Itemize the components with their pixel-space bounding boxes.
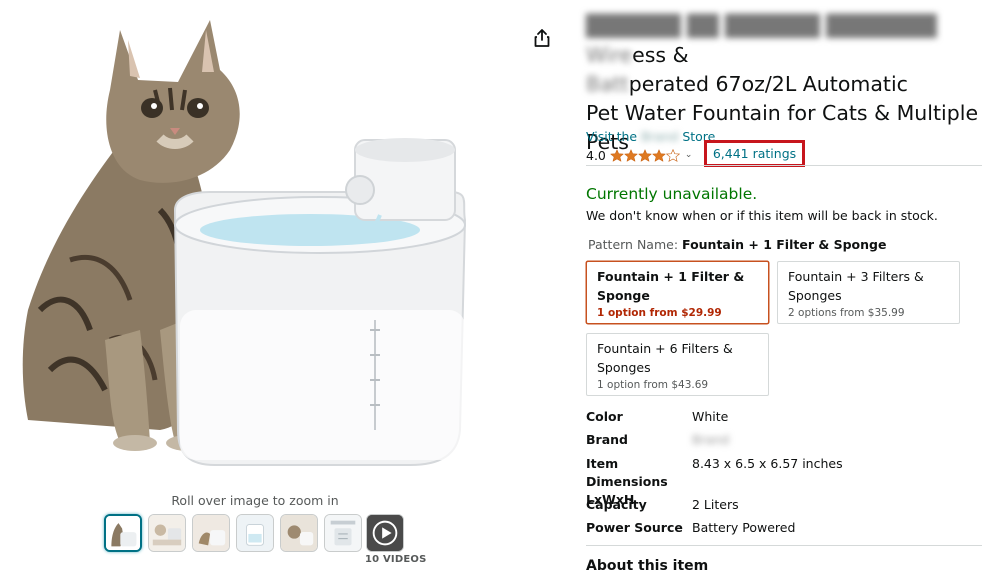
spec-value: 8.43 x 6.5 x 6.57 inches xyxy=(692,456,843,471)
star-full-icon xyxy=(637,148,652,162)
divider xyxy=(586,165,982,166)
title-redacted-lead: ██████ ██ ██████ ███████ xyxy=(586,14,937,38)
pattern-option-1[interactable]: Fountain + 1 Filter & Sponge 1 option fr… xyxy=(586,261,769,324)
share-icon[interactable] xyxy=(532,28,552,48)
rating-value: 4.0 xyxy=(586,147,606,163)
thumbnail-2[interactable] xyxy=(148,514,186,552)
spec-value: White xyxy=(692,409,729,424)
spec-key: Capacity xyxy=(586,497,647,512)
product-main-image[interactable] xyxy=(10,10,498,488)
star-rating[interactable] xyxy=(609,148,680,162)
availability-status: Currently unavailable. xyxy=(586,185,758,203)
visit-store-link[interactable]: Visit the Brand Store xyxy=(586,129,715,144)
spec-key: Brand xyxy=(586,432,628,447)
option-price: 1 option from $43.69 xyxy=(597,379,709,391)
option-name: Fountain + 1 Filter & Sponge xyxy=(597,269,745,303)
thumbnail-6[interactable] xyxy=(324,514,362,552)
ratings-count-link[interactable]: 6,441 ratings xyxy=(704,140,805,167)
videos-count-label[interactable]: 10 VIDEOS xyxy=(365,554,427,565)
option-name: Fountain + 6 Filters & Sponges xyxy=(597,341,733,375)
thumbnail-4[interactable] xyxy=(236,514,274,552)
store-prefix: Visit the xyxy=(586,129,638,144)
divider xyxy=(586,545,982,546)
title-line-3: Pet Water Fountain for Cats & Multiple xyxy=(586,101,979,125)
spec-value-redacted: Brand xyxy=(692,432,730,447)
thumbnail-1[interactable] xyxy=(104,514,142,552)
option-price: 1 option from $29.99 xyxy=(597,307,722,319)
pattern-option-2[interactable]: Fountain + 3 Filters & Sponges 2 options… xyxy=(777,261,960,324)
star-empty-icon xyxy=(665,148,680,162)
option-name: Fountain + 3 Filters & Sponges xyxy=(788,269,924,303)
spec-key: Color xyxy=(586,409,623,424)
thumbnail-3[interactable] xyxy=(192,514,230,552)
spec-value: 2 Liters xyxy=(692,497,739,512)
title-redacted-2: Batt xyxy=(586,72,629,96)
title-fragment-2: perated 67oz/2L Automatic xyxy=(628,72,908,96)
pattern-option-3[interactable]: Fountain + 6 Filters & Sponges 1 option … xyxy=(586,333,769,396)
about-this-item-heading: About this item xyxy=(586,558,709,574)
spec-value: Battery Powered xyxy=(692,520,796,535)
title-fragment-1: ess & xyxy=(632,43,689,67)
store-name-redacted: Brand xyxy=(641,129,679,144)
chevron-down-icon[interactable]: ⌄ xyxy=(685,150,693,160)
rating-row: 4.0 ⌄ 6,441 ratings xyxy=(586,140,805,167)
image-gallery: Roll over image to zoom in 10 VIDEOS xyxy=(0,0,500,575)
thumbnail-5[interactable] xyxy=(280,514,318,552)
star-full-icon xyxy=(623,148,638,162)
spec-key: Power Source xyxy=(586,520,683,535)
stock-note: We don't know when or if this item will … xyxy=(586,208,938,223)
title-redacted-word: Wire xyxy=(586,43,633,67)
star-full-icon xyxy=(609,148,624,162)
pattern-name-label: Pattern Name: Fountain + 1 Filter & Spon… xyxy=(588,237,887,252)
pattern-selected-value: Fountain + 1 Filter & Sponge xyxy=(682,237,887,252)
option-price: 2 options from $35.99 xyxy=(788,307,905,319)
zoom-hint: Roll over image to zoom in xyxy=(171,493,339,508)
video-thumbnail[interactable] xyxy=(366,514,404,552)
play-icon xyxy=(367,515,403,551)
star-full-icon xyxy=(651,148,666,162)
